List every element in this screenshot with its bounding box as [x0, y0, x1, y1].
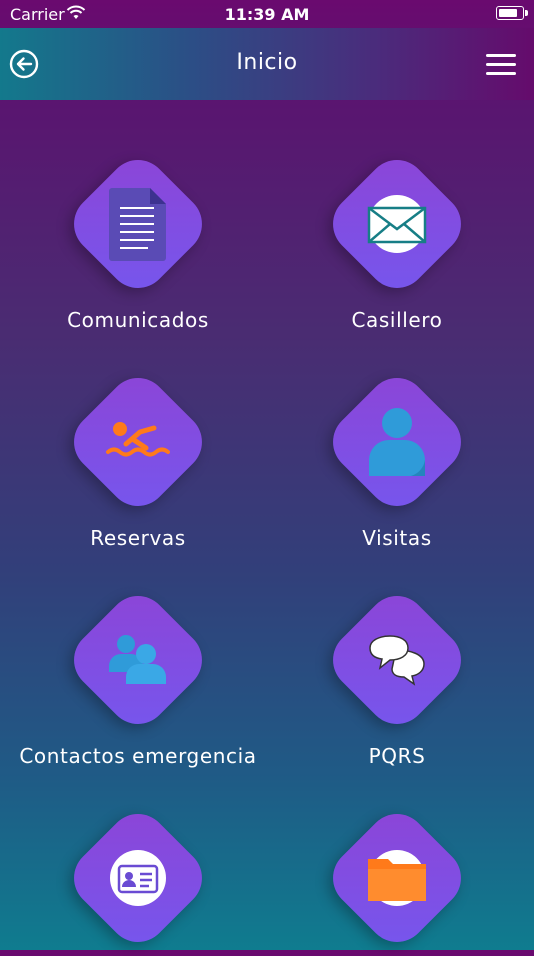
- hamburger-menu-icon[interactable]: [486, 54, 518, 76]
- folder-icon: [319, 800, 475, 956]
- chat-bubbles-icon: [319, 582, 475, 738]
- status-time: 11:39 AM: [224, 5, 310, 24]
- nav-bar: Inicio: [0, 28, 534, 100]
- tile-label: Comunicados: [67, 308, 209, 332]
- page-title: Inicio: [236, 50, 298, 75]
- swimmer-icon: [60, 364, 216, 520]
- person-icon: [319, 364, 475, 520]
- document-icon: [60, 146, 216, 302]
- tile-label: Reservas: [90, 526, 186, 550]
- status-bar: Carrier 11:39 AM: [0, 0, 534, 28]
- envelope-icon: [319, 146, 475, 302]
- tile-label: Contactos emergencia: [19, 744, 257, 768]
- id-card-icon: [60, 800, 216, 956]
- battery-icon: [496, 6, 528, 20]
- tile-label: Casillero: [351, 308, 443, 332]
- contacts-icon: [60, 582, 216, 738]
- tile-label: PQRS: [368, 744, 426, 768]
- tile-label: Visitas: [362, 526, 432, 550]
